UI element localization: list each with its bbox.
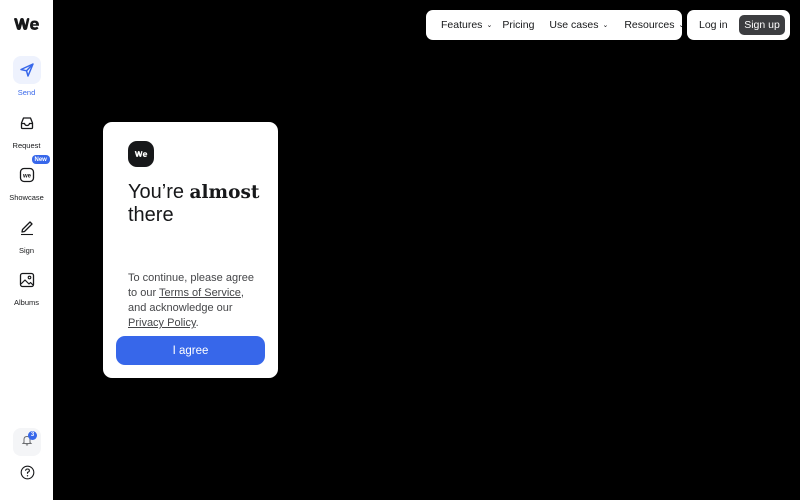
sidebar-item-albums[interactable]: Albums [0, 266, 53, 307]
sidebar-item-send[interactable]: Send [0, 56, 53, 97]
we-logo-icon [128, 141, 154, 167]
sidebar-item-showcase[interactable]: we New Showcase [0, 155, 53, 202]
headline-suffix: there [128, 204, 174, 226]
svg-text:we: we [21, 174, 31, 180]
nav-resources-label: Resources [624, 19, 675, 31]
new-badge: New [31, 155, 50, 164]
i-agree-button[interactable]: I agree [116, 336, 265, 365]
login-button[interactable]: Log in [699, 19, 728, 31]
terms-of-service-link[interactable]: Terms of Service [159, 287, 241, 299]
dialog-body-text: To continue, please agree to our Terms o… [128, 271, 263, 331]
inbox-icon [13, 109, 41, 137]
chevron-down-icon: ⌄ [602, 22, 609, 29]
nav-resources-dropdown[interactable]: Resources ⌄ [624, 19, 684, 31]
top-navigation: Features ⌄ Pricing Use cases ⌄ Resources… [426, 10, 684, 40]
sidebar-item-sign[interactable]: Sign [0, 214, 53, 255]
we-square-icon: we New [13, 155, 50, 189]
notifications-button[interactable]: 3 [13, 428, 41, 456]
terms-consent-dialog: You’re almost there To continue, please … [103, 122, 278, 378]
sidebar-item-label: Request [12, 141, 41, 150]
auth-controls: Log in Sign up [687, 10, 790, 40]
body-text-part-3: . [195, 317, 199, 329]
dialog-headline: You’re almost there [128, 181, 268, 227]
nav-features-dropdown[interactable]: Features ⌄ [441, 19, 492, 31]
pen-icon [13, 214, 41, 242]
headline-bold: almost [189, 182, 260, 203]
headline-prefix: You’re [128, 181, 184, 203]
sidebar: Send Request we New Showcase Sign Albums… [0, 0, 53, 500]
question-circle-icon [20, 465, 35, 485]
notification-count-badge: 3 [28, 431, 37, 440]
sidebar-item-label: Showcase [9, 193, 44, 202]
nav-features-label: Features [441, 19, 483, 31]
nav-use-cases-dropdown[interactable]: Use cases ⌄ [549, 19, 608, 31]
chevron-down-icon: ⌄ [486, 22, 493, 29]
sidebar-item-label: Albums [13, 298, 39, 307]
sidebar-item-request[interactable]: Request [0, 109, 53, 150]
paper-plane-icon [12, 56, 41, 84]
chevron-down-icon: ⌄ [678, 22, 685, 29]
sidebar-item-label: Sign [18, 246, 34, 255]
wetransfer-logo[interactable] [13, 16, 40, 37]
privacy-policy-link[interactable]: Privacy Policy [128, 317, 196, 329]
sidebar-item-label: Send [17, 88, 36, 97]
nav-pricing-link[interactable]: Pricing [502, 19, 534, 31]
help-button[interactable] [13, 461, 41, 489]
image-icon [13, 266, 41, 294]
nav-use-cases-label: Use cases [549, 19, 599, 31]
signup-button[interactable]: Sign up [739, 15, 785, 35]
